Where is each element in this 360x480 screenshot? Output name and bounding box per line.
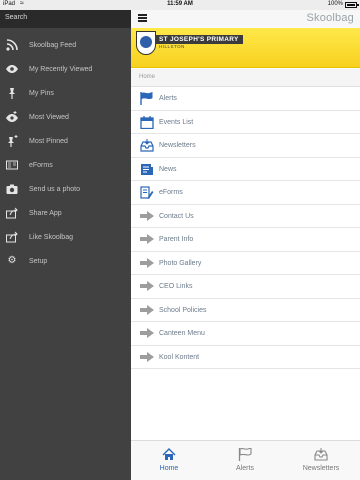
list-item-photo-gallery[interactable]: Photo Gallery [131, 252, 360, 275]
school-name: ST JOSEPH'S PRIMARY [155, 35, 243, 44]
list-item-news[interactable]: News [131, 158, 360, 181]
list-item-label: Newsletters [159, 142, 196, 149]
eforms-icon [140, 186, 154, 199]
sidebar-item-label: Setup [29, 258, 48, 265]
list-item-newsletters[interactable]: Newsletters [131, 134, 360, 158]
list-item-label: News [159, 165, 177, 173]
sidebar-item-send-photo[interactable]: Send us a photo [0, 178, 131, 201]
share-alt-icon [6, 231, 18, 243]
arrow-right-icon [140, 257, 154, 268]
list-item-parent-info[interactable]: Parent Info [131, 228, 360, 252]
pin-plus-icon [6, 135, 18, 147]
main-panel: Skoolbag ST JOSEPH'S PRIMARY HILLSTON Ho… [131, 10, 360, 480]
school-location: HILLSTON [159, 44, 185, 49]
sidebar-item-label: Skoolbag Feed [29, 42, 77, 49]
school-crest-icon [136, 31, 156, 55]
sidebar-item-eforms[interactable]: eForms [0, 154, 131, 177]
tab-label: Alerts [236, 465, 254, 472]
rss-icon [6, 39, 18, 51]
sidebar-item-like-skoolbag[interactable]: Like Skoolbag [0, 226, 131, 249]
list-item-label: eForms [159, 189, 183, 196]
sidebar-item-label: Like Skoolbag [29, 234, 73, 241]
list-item-alerts[interactable]: Alerts [131, 87, 360, 111]
sidebar-item-most-pinned[interactable]: Most Pinned [0, 130, 131, 153]
bottom-tab-bar: Home Alerts Newsletters [131, 440, 360, 480]
arrow-right-icon [140, 351, 154, 362]
list-item-contact-us[interactable]: Contact Us [131, 205, 360, 228]
side-drawer: Search Skoolbag Feed My Recently Viewed … [0, 10, 131, 480]
brand-logo: Skoolbag [306, 12, 354, 24]
menu-list: Alerts Events List Newsletters News eFor… [131, 87, 360, 369]
list-item-label: Parent Info [159, 236, 194, 243]
breadcrumb: Home [131, 69, 360, 87]
arrow-right-icon [140, 210, 154, 221]
inbox-icon [314, 448, 328, 461]
top-bar: Skoolbag [131, 10, 360, 28]
sidebar-item-label: Most Viewed [29, 114, 69, 121]
school-banner: ST JOSEPH'S PRIMARY HILLSTON [131, 28, 360, 68]
sidebar-item-label: Most Pinned [29, 138, 68, 145]
sidebar-item-share-app[interactable]: Share App [0, 202, 131, 225]
list-item-events[interactable]: Events List [131, 111, 360, 134]
search-field[interactable]: Search [0, 10, 131, 28]
sidebar-item-label: Send us a photo [29, 186, 80, 193]
home-icon [162, 448, 176, 461]
news-icon [140, 163, 154, 176]
tab-newsletters[interactable]: Newsletters [283, 441, 359, 480]
clock: 11:59 AM [167, 1, 193, 7]
list-item-kool-kontent[interactable]: Kool Kontent [131, 346, 360, 369]
list-item-school-policies[interactable]: School Policies [131, 299, 360, 322]
flag-icon [140, 92, 154, 105]
list-item-label: Contact Us [159, 212, 194, 220]
tab-label: Newsletters [302, 465, 340, 472]
list-item-label: Canteen Menu [159, 330, 205, 337]
eye-plus-icon [6, 111, 18, 123]
list-item-canteen-menu[interactable]: Canteen Menu [131, 322, 360, 346]
form-icon [6, 159, 18, 171]
arrow-right-icon [140, 281, 154, 291]
arrow-right-icon [140, 234, 154, 244]
flag-icon [238, 447, 252, 461]
list-item-label: Events List [159, 118, 194, 126]
hamburger-menu-icon[interactable] [138, 14, 147, 22]
list-item-ceo-links[interactable]: CEO Links [131, 275, 360, 299]
sidebar-item-recently-viewed[interactable]: My Recently Viewed [0, 58, 131, 81]
sidebar-item-label: My Pins [29, 90, 54, 97]
tab-label: Home [159, 465, 179, 472]
sidebar-item-skoolbag-feed[interactable]: Skoolbag Feed [0, 34, 131, 57]
sidebar-item-my-pins[interactable]: My Pins [0, 82, 131, 105]
battery-icon [345, 2, 359, 8]
pin-icon [6, 87, 18, 99]
list-item-label: Photo Gallery [159, 259, 202, 267]
sidebar-item-setup[interactable]: ⚙ Setup [0, 250, 131, 273]
list-item-label: CEO Links [159, 283, 193, 290]
sidebar-item-label: Share App [29, 210, 62, 217]
arrow-right-icon [140, 328, 154, 338]
list-item-label: Alerts [159, 95, 177, 102]
eye-icon [6, 63, 18, 75]
tab-home[interactable]: Home [131, 441, 207, 480]
arrow-right-icon [140, 304, 154, 315]
sidebar-item-most-viewed[interactable]: Most Viewed [0, 106, 131, 129]
inbox-icon [140, 139, 154, 152]
sidebar-item-label: eForms [29, 162, 53, 169]
battery-percent: 100% [327, 1, 343, 7]
gear-icon: ⚙ [7, 255, 17, 266]
status-bar: iPad ≈ 11:59 AM 100% [0, 0, 360, 10]
camera-icon [6, 183, 18, 195]
list-item-label: Kool Kontent [159, 353, 200, 361]
share-icon [6, 207, 18, 219]
tab-alerts[interactable]: Alerts [207, 441, 283, 480]
sidebar-item-label: My Recently Viewed [29, 66, 93, 73]
calendar-icon [140, 115, 154, 129]
list-item-label: School Policies [159, 306, 207, 314]
list-item-eforms[interactable]: eForms [131, 181, 360, 205]
